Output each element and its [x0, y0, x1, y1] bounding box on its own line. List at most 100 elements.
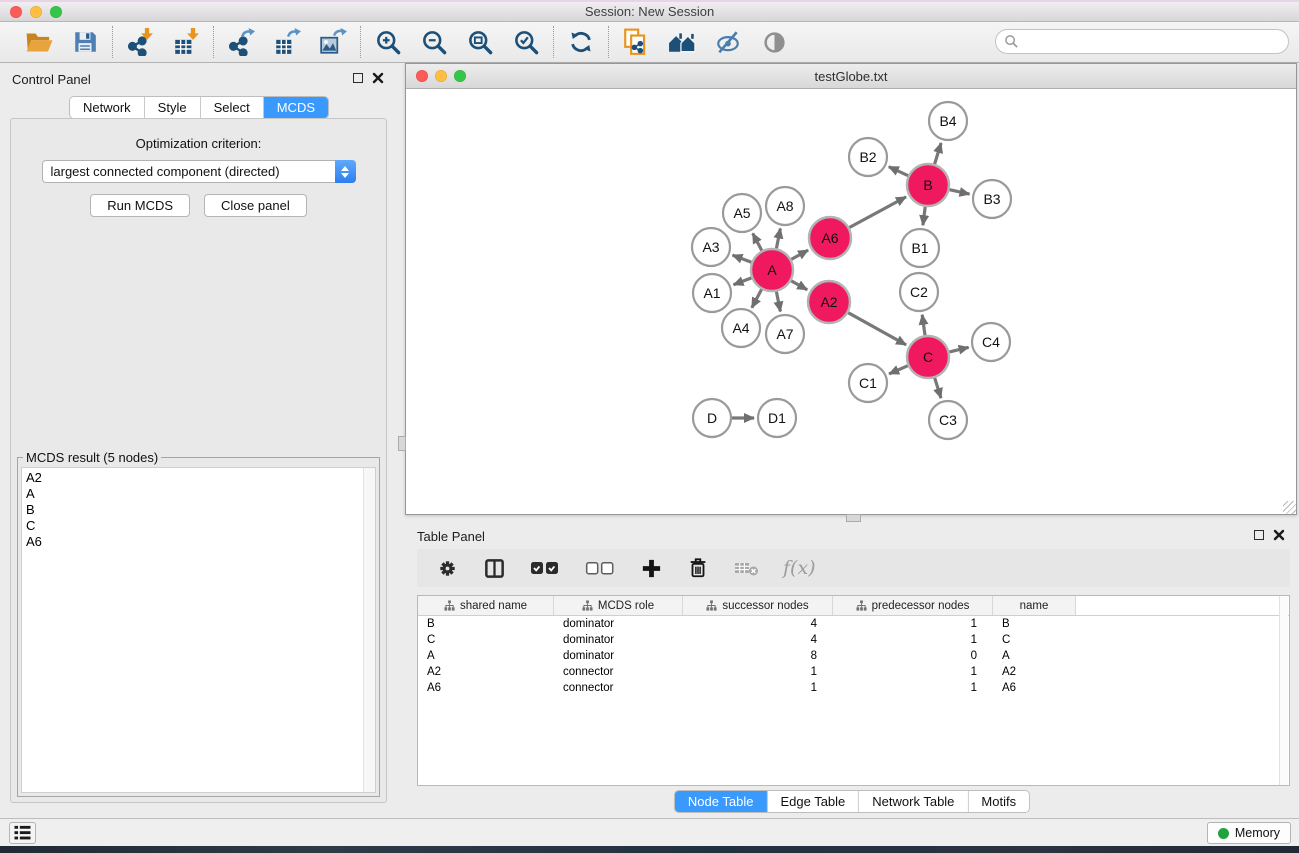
- hide-panel-eye-slash-icon[interactable]: [711, 26, 745, 58]
- cell-predecessor-nodes[interactable]: 1: [833, 632, 993, 648]
- table-row[interactable]: Adominator80A: [418, 648, 1289, 664]
- open-session-icon[interactable]: [22, 26, 56, 58]
- float-table-panel-icon[interactable]: [1254, 530, 1264, 540]
- cell-MCDS-role[interactable]: connector: [554, 680, 683, 696]
- graph-edge-A-A1[interactable]: [734, 278, 752, 285]
- cell-successor-nodes[interactable]: 4: [683, 632, 833, 648]
- cell-successor-nodes[interactable]: 8: [683, 648, 833, 664]
- zoom-selected-icon[interactable]: [509, 26, 543, 58]
- column-header-shared-name[interactable]: shared name: [418, 596, 554, 615]
- graph-edge-C-C4[interactable]: [949, 347, 968, 352]
- cell-shared-name[interactable]: C: [418, 632, 554, 648]
- graph-edge-A2-C[interactable]: [848, 313, 906, 345]
- mcds-list-scrollbar[interactable]: [363, 468, 375, 792]
- close-table-panel-icon[interactable]: [1273, 529, 1285, 541]
- graph-edge-A-A8[interactable]: [776, 229, 780, 249]
- mcds-result-item[interactable]: A: [22, 486, 375, 502]
- table-settings-gear-icon[interactable]: [434, 552, 460, 584]
- graph-node-A3[interactable]: A3: [692, 228, 730, 266]
- task-history-button[interactable]: [9, 822, 36, 844]
- import-network-icon[interactable]: [123, 26, 157, 58]
- column-header-predecessor-nodes[interactable]: predecessor nodes: [833, 596, 993, 615]
- cell-predecessor-nodes[interactable]: 1: [833, 616, 993, 632]
- graph-edge-A-A4[interactable]: [752, 289, 762, 307]
- graph-edge-A-A5[interactable]: [753, 233, 762, 250]
- run-mcds-button[interactable]: Run MCDS: [90, 194, 190, 217]
- cell-MCDS-role[interactable]: dominator: [554, 648, 683, 664]
- window-resize-grip[interactable]: [1283, 501, 1296, 514]
- network-window-titlebar[interactable]: testGlobe.txt: [406, 64, 1296, 89]
- table-row[interactable]: Cdominator41C: [418, 632, 1289, 648]
- cell-name[interactable]: B: [993, 616, 1076, 632]
- graph-node-D[interactable]: D: [693, 399, 731, 437]
- cell-predecessor-nodes[interactable]: 1: [833, 680, 993, 696]
- tab-network-table[interactable]: Network Table: [859, 791, 968, 812]
- close-window-button[interactable]: [10, 6, 22, 18]
- close-panel-icon[interactable]: [372, 72, 384, 84]
- tab-edge-table[interactable]: Edge Table: [767, 791, 859, 812]
- home-icon[interactable]: [665, 26, 699, 58]
- tab-style[interactable]: Style: [145, 97, 201, 118]
- table-scrollbar[interactable]: [1279, 596, 1288, 785]
- cell-MCDS-role[interactable]: connector: [554, 664, 683, 680]
- cell-shared-name[interactable]: B: [418, 616, 554, 632]
- mcds-result-item[interactable]: A2: [22, 470, 375, 486]
- graph-node-A[interactable]: A: [751, 249, 793, 291]
- mcds-result-item[interactable]: B: [22, 502, 375, 518]
- graph-node-D1[interactable]: D1: [758, 399, 796, 437]
- tab-mcds[interactable]: MCDS: [264, 97, 328, 118]
- graph-node-A4[interactable]: A4: [722, 309, 760, 347]
- cell-successor-nodes[interactable]: 1: [683, 664, 833, 680]
- graph-edge-C-C2[interactable]: [922, 315, 925, 335]
- cell-name[interactable]: A2: [993, 664, 1076, 680]
- graph-edge-B-B2[interactable]: [889, 167, 908, 176]
- zoom-fit-icon[interactable]: [463, 26, 497, 58]
- export-image-icon[interactable]: [316, 26, 350, 58]
- split-handle-left[interactable]: [398, 436, 406, 451]
- cell-name[interactable]: C: [993, 632, 1076, 648]
- add-column-plus-icon[interactable]: [638, 552, 664, 584]
- cell-name[interactable]: A6: [993, 680, 1076, 696]
- tab-motifs[interactable]: Motifs: [968, 791, 1029, 812]
- memory-button[interactable]: Memory: [1207, 822, 1291, 844]
- tab-select[interactable]: Select: [201, 97, 264, 118]
- graph-edge-A-A6[interactable]: [791, 250, 808, 259]
- column-view-icon[interactable]: [481, 552, 507, 584]
- zoom-in-icon[interactable]: [371, 26, 405, 58]
- cell-name[interactable]: A: [993, 648, 1076, 664]
- cell-predecessor-nodes[interactable]: 1: [833, 664, 993, 680]
- graph-node-C[interactable]: C: [907, 336, 949, 378]
- table-row[interactable]: Bdominator41B: [418, 616, 1289, 632]
- graph-node-B2[interactable]: B2: [849, 138, 887, 176]
- table-row[interactable]: A6connector11A6: [418, 680, 1289, 696]
- cell-shared-name[interactable]: A: [418, 648, 554, 664]
- cell-shared-name[interactable]: A6: [418, 680, 554, 696]
- cell-successor-nodes[interactable]: 4: [683, 616, 833, 632]
- import-table-icon[interactable]: [169, 26, 203, 58]
- graph-edge-B-B1[interactable]: [923, 207, 925, 225]
- network-graph[interactable]: B4B2BB3A8A5A6A3B1AC2A1A2A4A7C4CC1DD1C3: [406, 89, 1296, 514]
- minimize-window-button[interactable]: [30, 6, 42, 18]
- unselect-all-columns-icon[interactable]: [583, 552, 617, 584]
- graph-node-A1[interactable]: A1: [693, 274, 731, 312]
- network-close-button[interactable]: [416, 70, 428, 82]
- graph-edge-B-B4[interactable]: [935, 143, 942, 164]
- graph-node-B[interactable]: B: [907, 164, 949, 206]
- tab-network[interactable]: Network: [70, 97, 145, 118]
- graph-node-C4[interactable]: C4: [972, 323, 1010, 361]
- graph-edge-A-A2[interactable]: [791, 281, 807, 290]
- save-session-icon[interactable]: [68, 26, 102, 58]
- graph-node-B1[interactable]: B1: [901, 229, 939, 267]
- graph-node-C2[interactable]: C2: [900, 273, 938, 311]
- table-row[interactable]: A2connector11A2: [418, 664, 1289, 680]
- close-panel-button[interactable]: Close panel: [204, 194, 307, 217]
- graph-node-A5[interactable]: A5: [723, 194, 761, 232]
- graph-node-A7[interactable]: A7: [766, 315, 804, 353]
- cell-successor-nodes[interactable]: 1: [683, 680, 833, 696]
- eye-icon[interactable]: [757, 26, 791, 58]
- cell-MCDS-role[interactable]: dominator: [554, 616, 683, 632]
- refresh-icon[interactable]: [564, 26, 598, 58]
- graph-node-A2[interactable]: A2: [808, 281, 850, 323]
- column-header-name[interactable]: name: [993, 596, 1076, 615]
- graph-node-C1[interactable]: C1: [849, 364, 887, 402]
